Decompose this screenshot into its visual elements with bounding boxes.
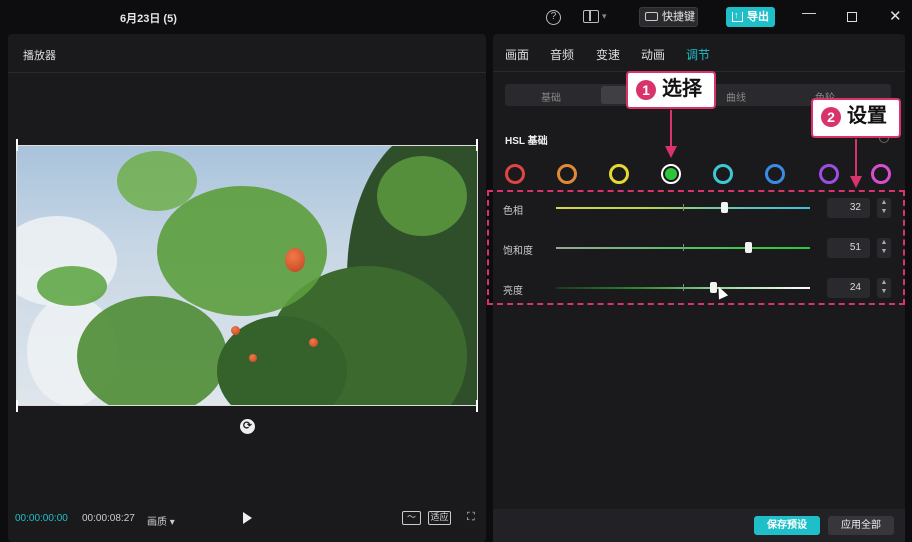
- export-button[interactable]: 导出: [726, 5, 775, 27]
- divider: [8, 72, 486, 73]
- callout-set: 2 设置: [811, 98, 901, 138]
- apply-all-button[interactable]: 应用全部: [828, 516, 894, 535]
- fit-button[interactable]: 适应: [428, 511, 451, 525]
- pomegranate-bud: [231, 326, 240, 335]
- color-swatch[interactable]: [765, 164, 785, 184]
- export-label: 导出: [747, 11, 769, 23]
- callout-label: 选择: [662, 78, 702, 100]
- export-icon: [732, 5, 743, 25]
- hsl-section-title: HSL 基础: [505, 136, 548, 147]
- color-swatch[interactable]: [609, 164, 629, 184]
- maximize-icon[interactable]: [847, 12, 857, 22]
- pomegranate-flower: [285, 248, 305, 272]
- play-icon[interactable]: [243, 512, 252, 524]
- pomegranate-bud: [249, 354, 257, 362]
- crop-handle[interactable]: [16, 400, 18, 412]
- leaves: [117, 151, 197, 211]
- color-swatch[interactable]: [713, 164, 733, 184]
- help-icon[interactable]: ?: [546, 10, 561, 25]
- minimize-icon[interactable]: —: [802, 4, 816, 20]
- waveform-icon[interactable]: 〜: [402, 511, 421, 525]
- tab-picture[interactable]: 画面: [505, 46, 529, 63]
- close-icon[interactable]: ✕: [889, 7, 902, 25]
- tab-speed[interactable]: 变速: [596, 46, 620, 63]
- fullscreen-icon[interactable]: ⛶: [467, 511, 480, 524]
- chevron-down-icon[interactable]: ▾: [602, 11, 607, 22]
- crop-handle[interactable]: [16, 139, 18, 151]
- tab-audio[interactable]: 音频: [550, 46, 574, 63]
- leaves: [37, 266, 107, 306]
- pomegranate-bud: [309, 338, 318, 347]
- color-swatch[interactable]: [819, 164, 839, 184]
- shortcut-button[interactable]: 快捷键: [639, 7, 698, 27]
- quality-dropdown[interactable]: 画质 ▾: [147, 513, 175, 528]
- main-tabs: 画面 音频 变速 动画 调节: [493, 34, 905, 72]
- callout-label: 设置: [847, 105, 887, 127]
- crop-handle[interactable]: [476, 139, 478, 151]
- step-number-badge: 2: [821, 107, 841, 127]
- crop-handle[interactable]: [476, 400, 478, 412]
- keyboard-icon: [645, 12, 658, 21]
- current-time: 00:00:00:00: [15, 513, 68, 524]
- arrow-line: [855, 139, 857, 176]
- save-preset-button[interactable]: 保存预设: [754, 516, 820, 535]
- title-bar: 6月23日 (5) ? ▾ 快捷键 导出 — ✕: [0, 0, 912, 34]
- layout-icon[interactable]: [583, 10, 599, 23]
- arrow-line: [670, 110, 672, 146]
- color-swatch[interactable]: [871, 164, 891, 184]
- player-title: 播放器: [23, 50, 56, 62]
- color-swatch[interactable]: [505, 164, 525, 184]
- tab-adjust[interactable]: 调节: [686, 46, 710, 63]
- project-title: 6月23日 (5): [120, 13, 177, 25]
- player-panel: 播放器 ⟳ 00:00:00:00 00:00:08:27 画质 ▾ 〜 适应 …: [8, 34, 486, 542]
- highlight-box: [487, 190, 905, 305]
- tab-animation[interactable]: 动画: [641, 46, 665, 63]
- total-time: 00:00:08:27: [82, 513, 135, 524]
- subtab-curves[interactable]: 曲线: [726, 89, 746, 104]
- rotate-icon[interactable]: ⟳: [240, 419, 255, 434]
- color-swatch[interactable]: [661, 164, 681, 184]
- arrow-head: [665, 146, 677, 158]
- leaves: [377, 156, 467, 236]
- video-preview[interactable]: [16, 145, 478, 406]
- shortcut-label: 快捷键: [662, 11, 695, 23]
- color-swatch[interactable]: [557, 164, 577, 184]
- subtab-basic[interactable]: 基础: [541, 89, 561, 104]
- leaves: [77, 296, 227, 405]
- step-number-badge: 1: [636, 80, 656, 100]
- callout-select: 1 选择: [626, 71, 716, 109]
- arrow-head: [850, 176, 862, 188]
